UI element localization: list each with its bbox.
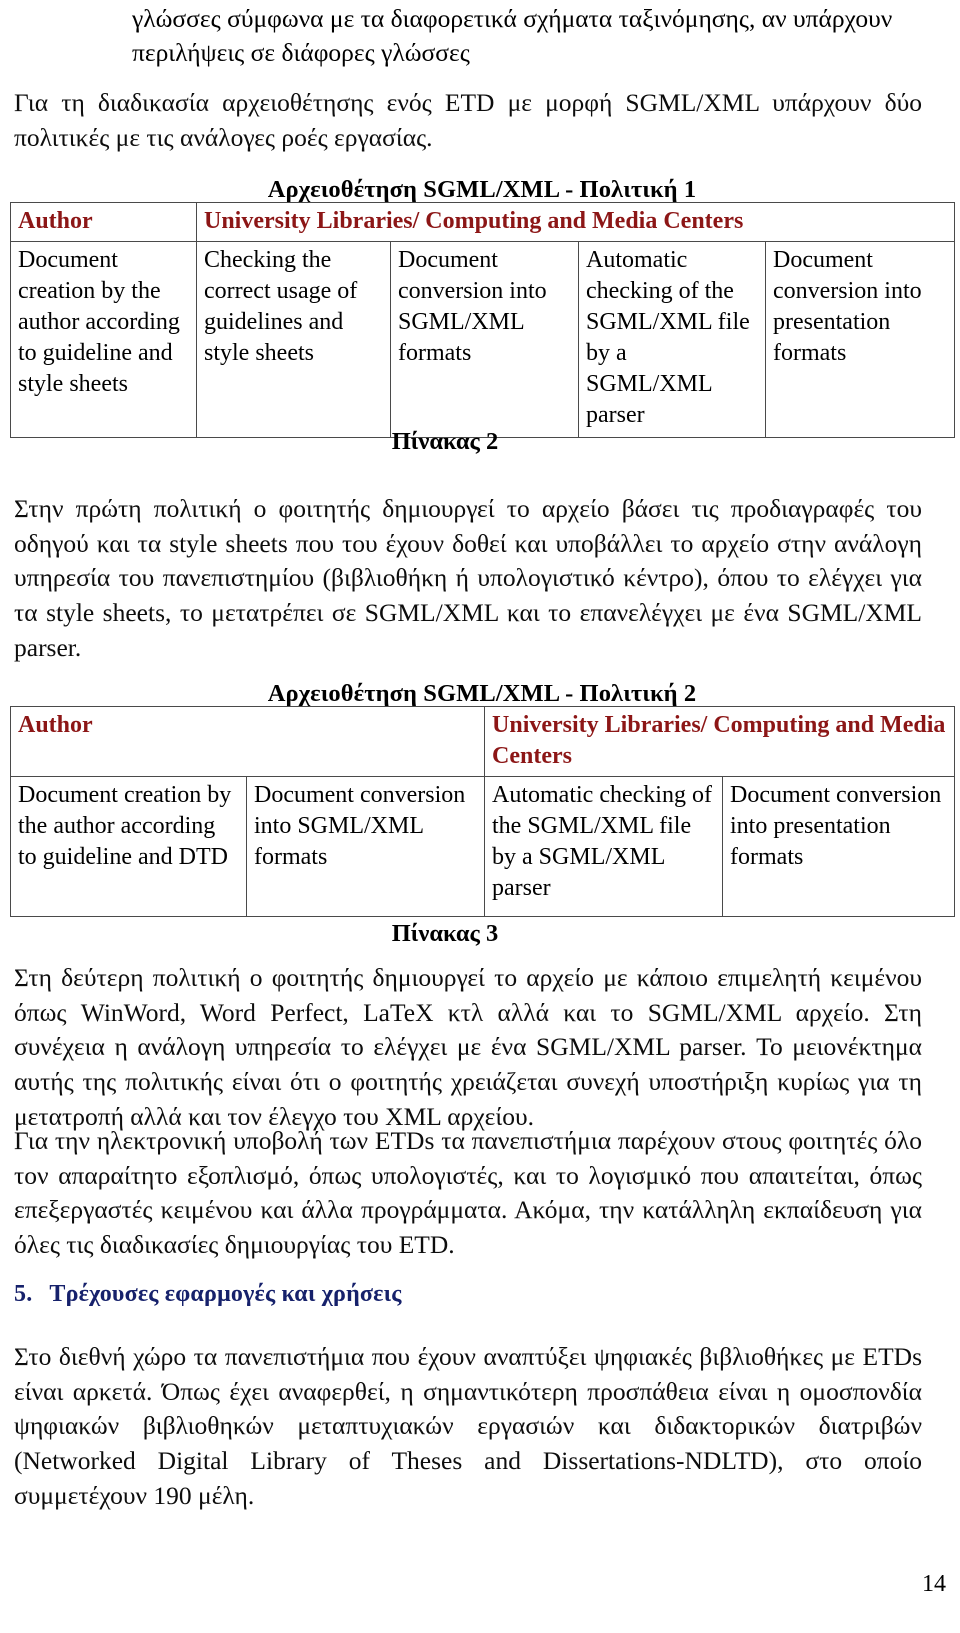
section-title: Τρέχουσες εφαρμογές και χρήσεις: [49, 1281, 402, 1307]
table1-caption: Πίνακας 2: [391, 428, 499, 455]
paragraph-three: Στην πρώτη πολιτική ο φοιτητής δημιουργε…: [14, 494, 922, 662]
table2-cell-4: Document conversion into presentation fo…: [722, 775, 956, 917]
table1-cell-4: Automatic checking of the SGML/XML file …: [578, 240, 766, 438]
table-row: Document creation by the author accordin…: [10, 240, 956, 438]
archiving-policy-1-table: Author University Libraries/ Computing a…: [10, 202, 956, 438]
intro-line-1: γλώσσες σύμφωνα με τα διαφορετικά σχήματ…: [132, 4, 893, 33]
page-number: 14: [922, 1571, 946, 1597]
document-page: γλώσσες σύμφωνα με τα διαφορετικά σχήματ…: [0, 0, 960, 1633]
intro-line-2: περιλήψεις σε διάφορες γλώσσες: [132, 38, 470, 68]
table2-header-author: Author: [9, 706, 486, 777]
table1-header-author: Author: [10, 202, 197, 242]
table-row: Author University Libraries/ Computing a…: [9, 706, 956, 777]
table-row: Author University Libraries/ Computing a…: [10, 202, 956, 242]
table1-header-university: University Libraries/ Computing and Medi…: [195, 202, 956, 242]
section-number: 5.: [14, 1281, 33, 1307]
paragraph-six: Στο διεθνή χώρο τα πανεπιστήμια που έχου…: [14, 1342, 922, 1510]
table2-header-university: University Libraries/ Computing and Medi…: [484, 706, 956, 777]
table2-title: Αρχειοθέτηση SGML/XML - Πολιτική 2: [267, 680, 697, 707]
table1-cell-5: Document conversion into presentation fo…: [764, 240, 956, 438]
section-heading-5: 5. Τρέχουσες εφαρμογές και χρήσεις: [14, 1281, 922, 1308]
table1-cell-3: Document conversion into SGML/XML format…: [390, 240, 579, 438]
table1-title: Αρχειοθέτηση SGML/XML - Πολιτική 1: [267, 176, 697, 203]
table2-caption: Πίνακας 3: [391, 920, 499, 947]
archiving-policy-2-table: Author University Libraries/ Computing a…: [9, 706, 956, 917]
table2-cell-1: Document creation by the author accordin…: [10, 775, 247, 917]
paragraph-two: Για τη διαδικασία αρχειοθέτησης ενός ETD…: [14, 88, 922, 152]
table2-cell-3: Automatic checking of the SGML/XML file …: [484, 775, 724, 917]
intro-paragraph: γλώσσες σύμφωνα με τα διαφορετικά σχήματ…: [132, 2, 922, 71]
table-row: Document creation by the author accordin…: [10, 775, 956, 917]
paragraph-five: Για την ηλεκτρονική υποβολή των ETDs τα …: [14, 1126, 922, 1260]
paragraph-four: Στη δεύτερη πολιτική ο φοιτητής δημιουργ…: [14, 963, 922, 1131]
table1-cell-1: Document creation by the author accordin…: [10, 240, 197, 438]
table1-cell-2: Checking the correct usage of guidelines…: [196, 240, 391, 438]
table2-cell-2: Document conversion into SGML/XML format…: [245, 775, 486, 917]
